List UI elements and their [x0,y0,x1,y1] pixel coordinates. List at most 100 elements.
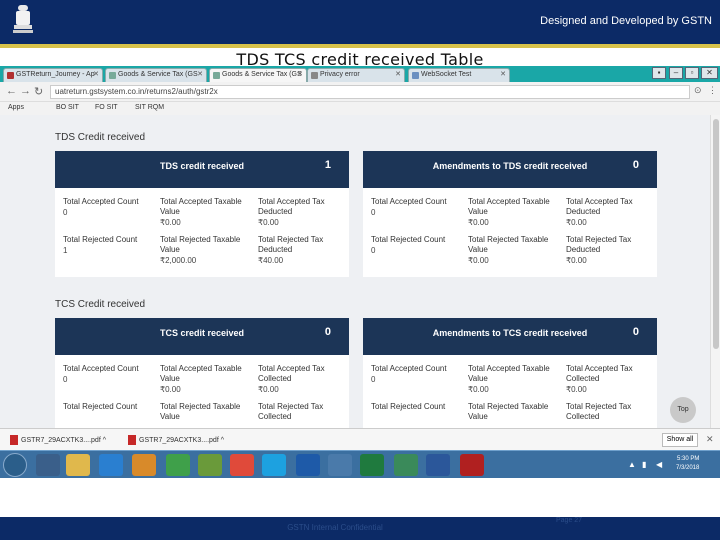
user-profile-icon[interactable]: ▪ [652,67,666,79]
bookmark-sit-rqm[interactable]: SIT RQM [135,104,164,111]
designer-credit: Designed and Developed by GSTN [540,15,712,27]
close-icon[interactable]: ✕ [395,70,401,78]
slide-footer: GSTN Internal Confidential Page 27 [0,517,720,540]
windows-taskbar: ▲ ▮ ◀ 5:30 PM 7/3/2018 [0,450,720,478]
word-icon[interactable] [426,454,450,476]
field: Total Rejected Taxable Value [468,402,549,421]
field: Total Rejected Count [371,402,446,411]
window-close-icon[interactable]: ✕ [701,67,718,79]
close-icon[interactable]: ✕ [500,70,506,78]
field: Total Rejected Taxable Value [160,402,241,421]
network-icon[interactable]: ▮ [642,460,646,469]
restore-icon[interactable]: ▫ [685,67,699,79]
bookmark-bo-sit[interactable]: BO SIT [56,104,79,111]
card-header[interactable]: TDS credit received 1 [55,151,349,188]
field: Total Accepted Tax Deducted ₹0.00 [566,197,633,227]
show-all-button[interactable]: Show all [662,433,698,447]
page-number: Page 27 [556,517,583,524]
field: Total Accepted Tax Collected ₹0.00 [566,364,633,394]
outlook-icon[interactable] [296,454,320,476]
close-icon[interactable]: ✕ [197,70,203,78]
tray-arrow-icon[interactable]: ▲ [628,460,636,469]
extension-icon[interactable]: ⊙ [694,85,702,96]
close-icon[interactable]: ✕ [297,70,303,78]
taskbar-app-icon[interactable] [166,454,190,476]
field: Total Accepted Taxable Value ₹0.00 [468,197,550,227]
acrobat-icon[interactable] [460,454,484,476]
internet-explorer-icon[interactable] [99,454,123,476]
card-title: Amendments to TCS credit received [432,328,588,338]
field: Total Rejected Count 0 [371,235,446,255]
tab-gstreturn-journey[interactable]: GSTReturn_Journey - Ap ✕ [3,68,103,82]
taskbar-app-icon[interactable] [328,454,352,476]
tds-amendments-card: Amendments to TDS credit received 0 Tota… [363,151,657,277]
bookmark-apps[interactable]: Apps [8,104,24,111]
pdf-icon [128,435,136,445]
field: Total Rejected Tax Collected [566,402,632,421]
tab-label: WebSocket Test [421,71,472,78]
tab-label: Privacy error [320,71,360,78]
minimize-icon[interactable]: – [669,67,683,79]
tab-label: Goods & Service Tax (GS [118,71,198,78]
bookmark-fo-sit[interactable]: FO SIT [95,104,118,111]
field: Total Accepted Taxable Value ₹0.00 [468,364,550,394]
card-header[interactable]: Amendments to TCS credit received 0 [363,318,657,355]
tds-section-title: TDS Credit received [55,132,146,143]
national-emblem-icon [13,5,33,33]
confidential-label: GSTN Internal Confidential [287,523,383,532]
taskbar-clock[interactable]: 5:30 PM 7/3/2018 [676,455,699,473]
media-player-icon[interactable] [132,454,156,476]
vertical-scrollbar[interactable] [710,115,720,428]
volume-icon[interactable]: ◀ [656,460,662,469]
banner-divider [0,44,720,48]
field: Total Accepted Tax Collected ₹0.00 [258,364,325,394]
tds-received-card: TDS credit received 1 Total Accepted Cou… [55,151,349,277]
tab-label: GSTReturn_Journey - Ap [16,71,95,78]
tab-label: Goods & Service Tax (GS [222,71,302,78]
back-to-top-button[interactable]: Top [670,397,696,423]
tcs-received-card: TCS credit received 0 Total Accepted Cou… [55,318,349,428]
taskbar-app-icon[interactable] [198,454,222,476]
start-button[interactable] [3,453,27,477]
field: Total Rejected Count 1 [63,235,138,255]
forward-icon[interactable]: → [20,85,31,97]
taskbar-app-icon[interactable] [36,454,60,476]
close-icon[interactable]: ✕ [93,70,99,78]
url-input[interactable]: uatreturn.gstsystem.co.in/returns2/auth/… [50,85,690,99]
browser-tab-strip: GSTReturn_Journey - Ap ✕ Goods & Service… [0,66,720,82]
bookmarks-bar: Apps BO SIT FO SIT SIT RQM [0,102,720,115]
address-bar-row: ← → ↻ uatreturn.gstsystem.co.in/returns2… [0,82,720,102]
card-header[interactable]: Amendments to TDS credit received 0 [363,151,657,188]
menu-icon[interactable]: ⋮ [708,85,717,96]
field: Total Accepted Count 0 [63,197,139,217]
excel-icon[interactable] [360,454,384,476]
taskbar-app-icon[interactable] [394,454,418,476]
skype-icon[interactable] [262,454,286,476]
tab-favicon-icon [109,72,116,79]
field: Total Accepted Count 0 [371,197,447,217]
chrome-icon[interactable] [230,454,254,476]
download-item[interactable]: GSTR7_29ACXTK3....pdf ^ [128,435,224,445]
card-count: 0 [632,159,639,171]
download-item[interactable]: GSTR7_29ACXTK3....pdf ^ [10,435,106,445]
clock-time: 5:30 PM [677,456,700,462]
back-icon[interactable]: ← [6,85,17,97]
field: Total Accepted Tax Deducted ₹0.00 [258,197,325,227]
field: Total Rejected Tax Collected [258,402,324,421]
scrollbar-thumb[interactable] [713,119,719,349]
tab-goods-service-tax-2[interactable]: Goods & Service Tax (GS ✕ [209,68,307,82]
clock-date: 7/3/2018 [676,465,700,471]
card-header[interactable]: TCS credit received 0 [55,318,349,355]
tcs-amendments-card: Amendments to TCS credit received 0 Tota… [363,318,657,428]
card-title: TDS credit received [159,161,245,171]
reload-icon[interactable]: ↻ [34,85,43,98]
tab-goods-service-tax-1[interactable]: Goods & Service Tax (GS ✕ [105,68,207,82]
pdf-icon [10,435,18,445]
field: Total Accepted Count 0 [371,364,447,384]
field: Total Rejected Taxable Value ₹2,000.00 [160,235,241,265]
tab-privacy-error[interactable]: Privacy error ✕ [307,68,405,82]
close-icon[interactable]: ✕ [706,434,714,445]
tab-favicon-icon [311,72,318,79]
tab-websocket-test[interactable]: WebSocket Test ✕ [408,68,510,82]
file-explorer-icon[interactable] [66,454,90,476]
